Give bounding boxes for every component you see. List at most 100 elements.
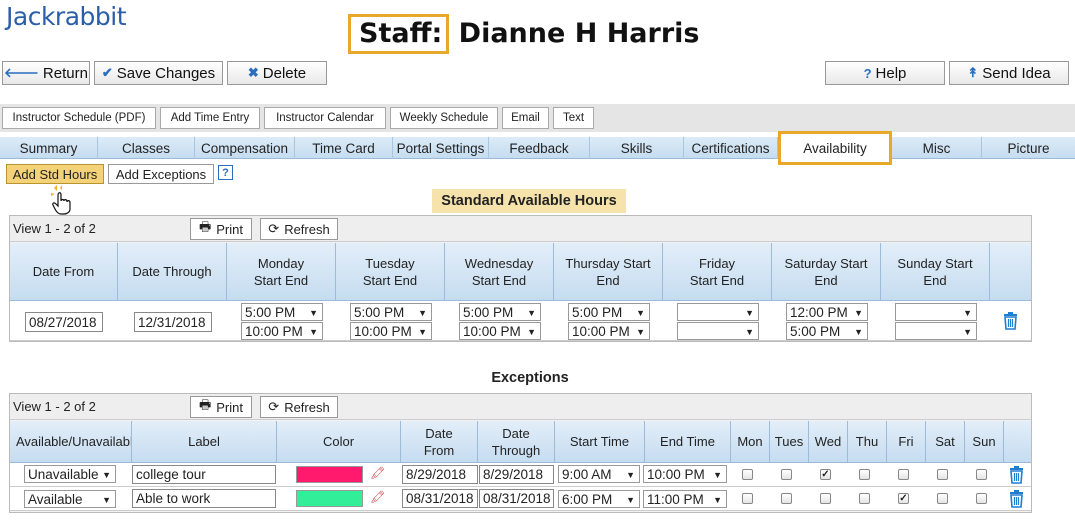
tab-feedback[interactable]: Feedback (489, 137, 590, 159)
col-availability: Available/Unavailable (10, 421, 132, 463)
end-time-select[interactable]: 10:00 PM (643, 465, 727, 483)
fri-checkbox[interactable] (898, 469, 909, 480)
tab-classes[interactable]: Classes (98, 137, 195, 159)
save-changes-button[interactable]: ✔ Save Changes (94, 61, 223, 85)
view-count: View 1 - 2 of 2 (13, 399, 96, 414)
col-friday: Friday Start End (663, 243, 772, 301)
help-icon[interactable]: ? (218, 165, 233, 180)
wed-checkbox[interactable]: ✓ (820, 469, 831, 480)
jackrabbit-logo: Jackrabbit (6, 2, 127, 31)
thursday-start-select[interactable]: 5:00 PM (568, 303, 650, 321)
crayon-icon[interactable]: 🖍 (370, 490, 385, 504)
label-input[interactable]: Able to work (132, 489, 276, 508)
delete-button[interactable]: ✖ Delete (227, 61, 327, 85)
view-count: View 1 - 2 of 2 (13, 221, 96, 236)
thursday-end-select[interactable]: 10:00 PM (568, 322, 650, 340)
sun-checkbox[interactable] (976, 493, 987, 504)
start-time-select[interactable]: 9:00 AM (558, 465, 640, 483)
tab-skills[interactable]: Skills (590, 137, 684, 159)
mon-checkbox[interactable] (742, 493, 753, 504)
col-sat: Sat (926, 421, 965, 463)
email-button[interactable]: Email (502, 107, 549, 129)
help-button[interactable]: ? Help (825, 61, 945, 85)
tab-time-card[interactable]: Time Card (295, 137, 393, 159)
staff-name: Dianne H Harris (458, 18, 700, 49)
sunday-start-select[interactable] (895, 303, 977, 321)
date-through-input[interactable]: 12/31/2018 (134, 312, 212, 332)
col-sun: Sun (965, 421, 1004, 463)
start-time-select[interactable]: 6:00 PM (558, 490, 640, 508)
sun-checkbox[interactable] (976, 469, 987, 480)
date-from-input[interactable]: 08/27/2018 (25, 312, 103, 332)
tab-portal-settings[interactable]: Portal Settings (393, 137, 489, 159)
grid-toolbar: View 1 - 2 of 2 🖶 Print ⟳ Refresh (10, 394, 1031, 420)
instructor-schedule-pdf-button[interactable]: Instructor Schedule (PDF) (2, 107, 156, 129)
sunday-end-select[interactable] (895, 322, 977, 340)
col-saturday: Saturday Start End (772, 243, 881, 301)
color-swatch[interactable] (296, 490, 363, 507)
refresh-button[interactable]: ⟳ Refresh (260, 396, 338, 418)
printer-icon: 🖶 (198, 219, 212, 234)
col-fri: Fri (887, 421, 926, 463)
text-button[interactable]: Text (553, 107, 594, 129)
wed-checkbox[interactable] (820, 493, 831, 504)
refresh-button[interactable]: ⟳ Refresh (260, 218, 338, 240)
date-from-input[interactable]: 08/31/2018 (402, 489, 478, 508)
trash-icon[interactable] (1003, 312, 1018, 330)
color-swatch[interactable] (296, 466, 363, 483)
return-button[interactable]: 🡐 Return (2, 61, 90, 85)
exceptions-title: Exceptions (491, 370, 569, 386)
refresh-icon: ⟳ (268, 399, 280, 414)
tues-checkbox[interactable] (781, 469, 792, 480)
print-button[interactable]: 🖶 Print (190, 396, 252, 418)
tab-certifications[interactable]: Certifications (684, 137, 778, 159)
thu-checkbox[interactable] (859, 469, 870, 480)
question-icon: ? (863, 65, 872, 81)
arrow-left-icon: 🡐 (4, 65, 39, 80)
label-input[interactable]: college tour (132, 465, 276, 484)
date-through-input[interactable]: 08/31/2018 (479, 489, 554, 508)
friday-end-select[interactable] (677, 322, 759, 340)
wednesday-start-select[interactable]: 5:00 PM (459, 303, 541, 321)
sat-checkbox[interactable] (937, 469, 948, 480)
print-button[interactable]: 🖶 Print (190, 218, 252, 240)
add-exceptions-button[interactable]: Add Exceptions (108, 164, 214, 184)
exceptions-grid: View 1 - 2 of 2 🖶 Print ⟳ Refresh Availabl… (9, 393, 1032, 513)
col-date-from: Date From (401, 421, 478, 463)
tues-checkbox[interactable] (781, 493, 792, 504)
sat-checkbox[interactable] (937, 493, 948, 504)
thu-checkbox[interactable] (859, 493, 870, 504)
monday-end-select[interactable]: 10:00 PM (241, 322, 323, 340)
trash-icon[interactable] (1009, 490, 1024, 508)
saturday-end-select[interactable]: 5:00 PM (786, 322, 868, 340)
date-from-input[interactable]: 8/29/2018 (402, 465, 478, 484)
tuesday-end-select[interactable]: 10:00 PM (350, 322, 432, 340)
end-time-select[interactable]: 11:00 PM (643, 490, 727, 508)
tuesday-start-select[interactable]: 5:00 PM (350, 303, 432, 321)
status-select[interactable]: Available (24, 490, 116, 508)
saturday-start-select[interactable]: 12:00 PM (786, 303, 868, 321)
hand-cursor-icon (51, 185, 71, 215)
monday-start-select[interactable]: 5:00 PM (241, 303, 323, 321)
send-idea-button[interactable]: ↟ Send Idea (949, 61, 1069, 85)
col-mon: Mon (731, 421, 770, 463)
status-select[interactable]: Unavailable (24, 465, 116, 483)
add-std-hours-button[interactable]: Add Std Hours (6, 164, 104, 184)
trash-icon[interactable] (1009, 466, 1024, 484)
tab-picture[interactable]: Picture (982, 137, 1075, 159)
date-through-input[interactable]: 8/29/2018 (479, 465, 554, 484)
fri-checkbox[interactable]: ✓ (898, 493, 909, 504)
page-title: Staff: Dianne H Harris (348, 14, 699, 54)
add-time-entry-button[interactable]: Add Time Entry (160, 107, 260, 129)
col-tuesday: Tuesday Start End (336, 243, 445, 301)
instructor-calendar-button[interactable]: Instructor Calendar (264, 107, 386, 129)
weekly-schedule-button[interactable]: Weekly Schedule (390, 107, 498, 129)
wednesday-end-select[interactable]: 10:00 PM (459, 322, 541, 340)
tab-misc[interactable]: Misc (892, 137, 982, 159)
mon-checkbox[interactable] (742, 469, 753, 480)
friday-start-select[interactable] (677, 303, 759, 321)
tab-summary[interactable]: Summary (0, 137, 98, 159)
tab-availability[interactable]: Availability (778, 131, 892, 165)
tab-compensation[interactable]: Compensation (195, 137, 295, 159)
crayon-icon[interactable]: 🖍 (370, 466, 385, 480)
